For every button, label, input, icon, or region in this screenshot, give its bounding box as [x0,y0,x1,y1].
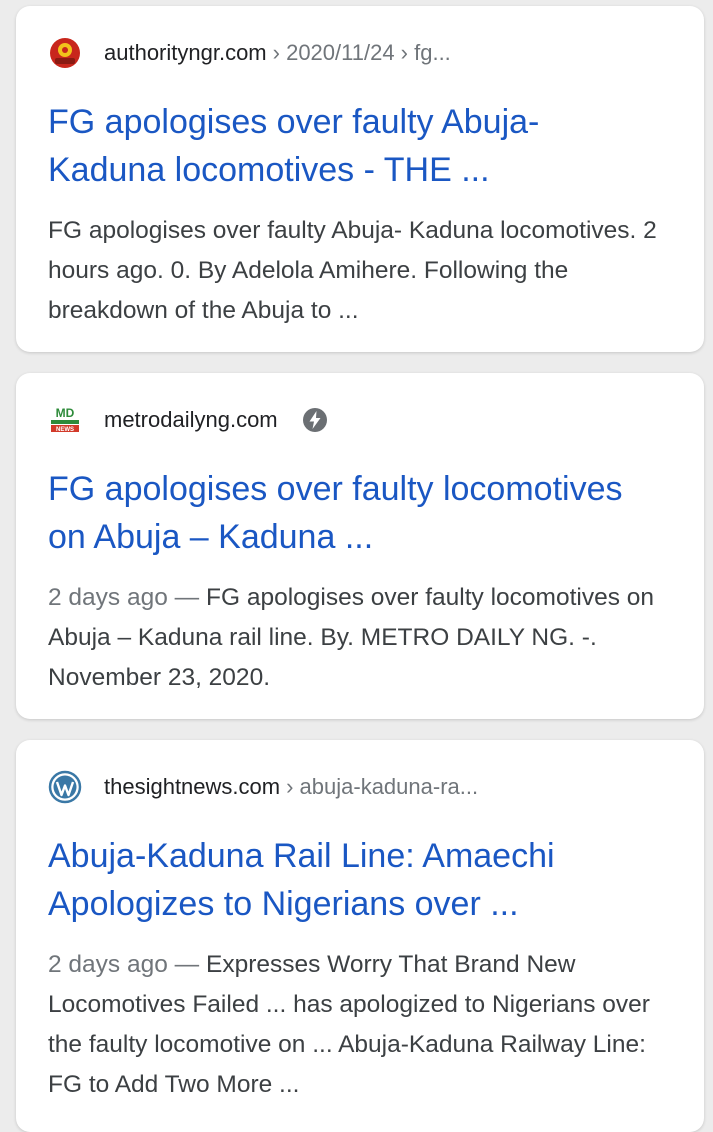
result-date: 2 days ago [48,584,168,611]
md-news-logo-icon: MD NEWS [48,403,82,437]
md-logo-letters: MD [56,406,75,420]
result-site-name: thesightnews.com [104,774,281,799]
md-logo-subtext: NEWS [56,427,74,433]
result-title-line[interactable]: FG apologises over faulty Abuja- [48,98,674,146]
result-title-line[interactable]: Abuja-Kaduna Rail Line: Amaechi [48,832,674,880]
result-title-line[interactable]: Kaduna locomotives - THE ... [48,146,674,194]
result-title-link[interactable]: FG apologises over faulty Abuja- Kaduna … [48,98,674,194]
result-breadcrumb: › 2020/11/24 › fg... [272,40,451,65]
wordpress-icon [48,770,82,804]
result-snippet: FG apologises over faulty Abuja- Kaduna … [48,211,674,331]
result-title-line[interactable]: on Abuja – Kaduna ... [48,513,674,561]
result-title-line[interactable]: FG apologises over faulty locomotives [48,465,674,513]
result-title-link[interactable]: Abuja-Kaduna Rail Line: Amaechi Apologiz… [48,832,674,928]
result-source[interactable]: thesightnews.com › abuja-kaduna-ra... [48,770,478,804]
result-date-separator: — [167,584,206,611]
search-result-card[interactable]: thesightnews.com › abuja-kaduna-ra... Ab… [16,740,704,1132]
result-snippet: 2 days ago — Expresses Worry That Brand … [48,945,674,1105]
authority-seal-icon [48,36,82,70]
result-snippet-text: FG apologises over faulty Abuja- Kaduna … [48,217,657,324]
result-title-line[interactable]: Apologizes to Nigerians over ... [48,880,674,928]
result-source[interactable]: MD NEWS metrodailyng.com [48,403,328,437]
result-date: 2 days ago [48,951,168,978]
result-title-link[interactable]: FG apologises over faulty locomotives on… [48,465,674,561]
result-site-name: metrodailyng.com [104,407,278,432]
result-snippet: 2 days ago — FG apologises over faulty l… [48,578,674,698]
result-site-name: authorityngr.com [104,40,267,65]
amp-lightning-icon [302,407,328,433]
search-result-card[interactable]: MD NEWS metrodailyng.com FG apologises o… [16,373,704,719]
search-result-card[interactable]: authorityngr.com › 2020/11/24 › fg... FG… [16,6,704,352]
result-date-separator: — [167,951,206,978]
result-breadcrumb: › abuja-kaduna-ra... [286,774,479,799]
result-source[interactable]: authorityngr.com › 2020/11/24 › fg... [48,36,451,70]
